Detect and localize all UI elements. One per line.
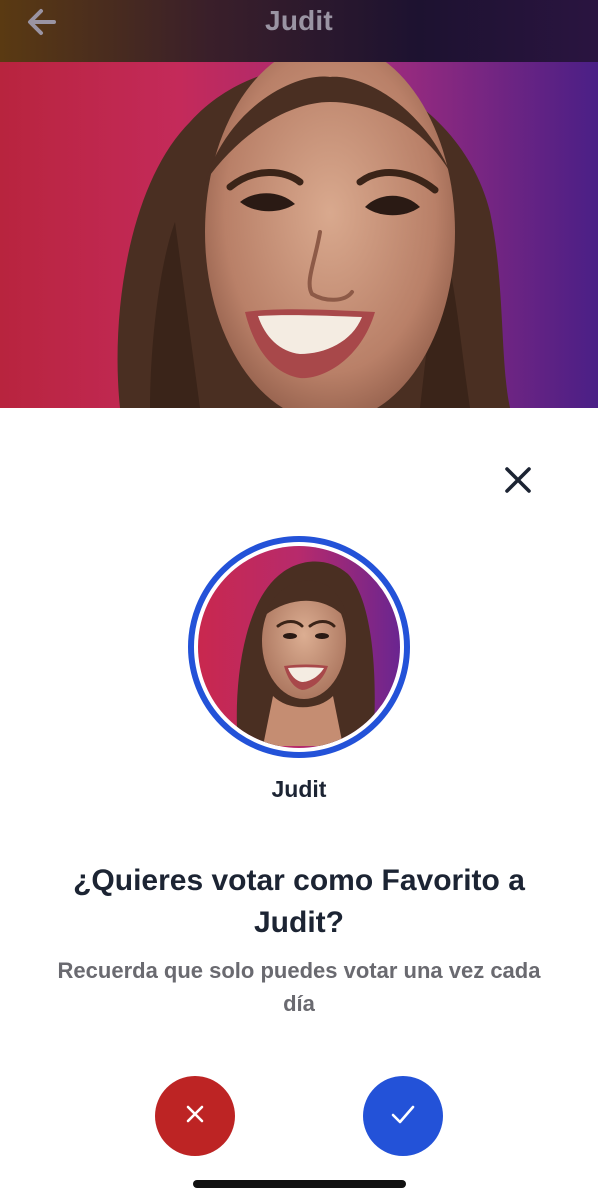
home-indicator (193, 1180, 406, 1188)
top-header: Judit (0, 0, 598, 62)
vote-sheet: Judit ¿Quieres votar como Favorito a Jud… (0, 408, 598, 1200)
close-icon (503, 465, 533, 500)
page-title: Judit (265, 5, 333, 36)
cancel-vote-button[interactable] (155, 1076, 235, 1156)
hero-portrait-image (0, 62, 598, 408)
vote-note: Recuerda que solo puedes votar una vez c… (57, 958, 541, 1016)
confirm-vote-button[interactable] (363, 1076, 443, 1156)
avatar (198, 546, 400, 748)
contestant-name: Judit (271, 776, 327, 802)
vote-question: ¿Quieres votar como Favorito a Judit? (73, 864, 525, 939)
avatar-ring (188, 536, 410, 758)
check-icon (390, 1103, 416, 1130)
close-button[interactable] (496, 460, 540, 504)
x-icon (184, 1103, 206, 1130)
